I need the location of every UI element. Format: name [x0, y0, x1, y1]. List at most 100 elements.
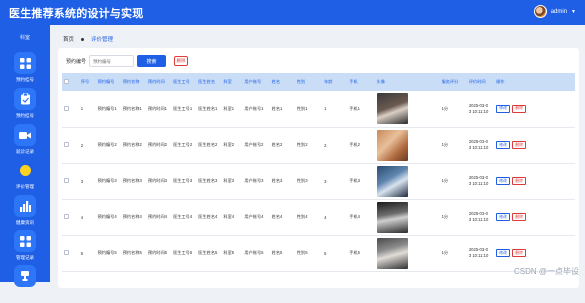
- search-button[interactable]: 搜索: [137, 55, 166, 67]
- date-line-2: 3 10:11:10: [469, 217, 488, 222]
- reviews-table: 序号 预约编号 预约名称 预约时间 医生工号 医生姓名 科室 用户账号 姓名 性…: [62, 73, 575, 272]
- select-all-checkbox[interactable]: [62, 73, 79, 91]
- cell-time: 预约时间1: [146, 91, 171, 127]
- column-header: 用户账号: [242, 73, 269, 91]
- cell-time: 预约时间3: [146, 163, 171, 199]
- user-photo[interactable]: [377, 130, 408, 161]
- row-checkbox[interactable]: [62, 235, 79, 271]
- cell-phone: 手机5: [347, 235, 374, 271]
- cell-age: 3: [322, 163, 347, 199]
- edit-button[interactable]: 修改: [496, 141, 510, 149]
- cell-code: 预约编号4: [96, 199, 121, 235]
- user-photo[interactable]: [377, 93, 408, 124]
- cell-time: 预约时间5: [146, 235, 171, 271]
- cell-dept: 科室3: [221, 163, 242, 199]
- sidebar-item-label: 预约挂号: [0, 113, 50, 119]
- column-header: 医生工号: [171, 73, 196, 91]
- cell-score: 1分: [440, 163, 467, 199]
- cell-date: 2025-03-03 10:11:10: [467, 235, 494, 271]
- cell-uname: 姓名5: [270, 235, 295, 271]
- row-checkbox[interactable]: [62, 163, 79, 199]
- table-row: 3 预约编号3 预约名称3 预约时间3 医生工号3 医生姓名3 科室3 用户账号…: [62, 163, 575, 199]
- bulk-delete-button[interactable]: 删除: [174, 56, 188, 66]
- clipboard-icon: [14, 88, 36, 110]
- sidebar-item-more[interactable]: [0, 265, 50, 303]
- cell-phone: 手机2: [347, 127, 374, 163]
- cell-dept: 科室4: [221, 199, 242, 235]
- cell-name: 预约名称2: [121, 127, 146, 163]
- delete-button[interactable]: 删除: [512, 213, 526, 221]
- cell-phone: 手机4: [347, 199, 374, 235]
- column-header: 预约编号: [96, 73, 121, 91]
- cell-docname: 医生姓名4: [196, 199, 221, 235]
- edit-button[interactable]: 修改: [496, 213, 510, 221]
- cell-account: 用户账号3: [242, 163, 269, 199]
- cell-age: 4: [322, 199, 347, 235]
- column-header: 医生姓名: [196, 73, 221, 91]
- row-checkbox[interactable]: [62, 127, 79, 163]
- row-checkbox[interactable]: [62, 199, 79, 235]
- cell-score: 1分: [440, 91, 467, 127]
- table-header-row: 序号 预约编号 预约名称 预约时间 医生工号 医生姓名 科室 用户账号 姓名 性…: [62, 73, 575, 91]
- sidebar-item-records[interactable]: 就诊记录: [0, 124, 50, 162]
- user-photo[interactable]: [377, 238, 408, 269]
- sidebar-item-news[interactable]: 健康资讯: [0, 195, 50, 233]
- cell-docname: 医生姓名5: [196, 235, 221, 271]
- column-header: 预约时间: [146, 73, 171, 91]
- sidebar-item-reviews[interactable]: 评价管理: [0, 159, 50, 197]
- cell-date: 2025-03-03 10:11:10: [467, 91, 494, 127]
- date-line-1: 2025-03-0: [469, 139, 488, 144]
- app-title: 医生推荐系统的设计与实现: [9, 5, 143, 21]
- user-photo[interactable]: [377, 166, 408, 197]
- delete-button[interactable]: 删除: [512, 249, 526, 257]
- date-line-1: 2025-03-0: [469, 211, 488, 216]
- user-photo[interactable]: [377, 202, 408, 233]
- cell-time: 预约时间4: [146, 199, 171, 235]
- search-label: 预约编号: [66, 58, 86, 65]
- watermark: CSDN @一点毕设: [514, 266, 579, 277]
- cell-name: 预约名称3: [121, 163, 146, 199]
- breadcrumb-home[interactable]: 首页: [63, 35, 74, 43]
- chevron-down-icon[interactable]: ▼: [571, 9, 576, 15]
- username[interactable]: admin: [551, 9, 567, 15]
- cell-photo: [375, 163, 440, 199]
- sidebar-item-manage[interactable]: 管理记录: [0, 230, 50, 268]
- cell-index: 3: [79, 163, 96, 199]
- cell-date: 2025-03-03 10:11:10: [467, 127, 494, 163]
- edit-button[interactable]: 修改: [496, 177, 510, 185]
- grid-icon: [14, 52, 36, 74]
- delete-button[interactable]: 删除: [512, 177, 526, 185]
- cell-score: 1分: [440, 199, 467, 235]
- edit-button[interactable]: 修改: [496, 249, 510, 257]
- delete-button[interactable]: 删除: [512, 105, 526, 113]
- date-line-2: 3 10:11:10: [469, 145, 488, 150]
- cell-index: 5: [79, 235, 96, 271]
- cell-dept: 科室1: [221, 91, 242, 127]
- sidebar-item-label: 预约挂号: [0, 77, 50, 83]
- sidebar: 科室 预约挂号 预约挂号 就诊记录 评价管理 健康资讯 管理记录: [0, 25, 50, 282]
- row-checkbox[interactable]: [62, 91, 79, 127]
- column-header: 性别: [295, 73, 322, 91]
- cell-photo: [375, 199, 440, 235]
- user-menu[interactable]: admin ▼: [534, 5, 576, 18]
- cell-dept: 科室5: [221, 235, 242, 271]
- date-line-2: 3 10:11:10: [469, 181, 488, 186]
- cell-date: 2025-03-03 10:11:10: [467, 163, 494, 199]
- search-input[interactable]: [89, 55, 134, 67]
- sidebar-item-appointment-2[interactable]: 预约挂号: [0, 88, 50, 126]
- cell-account: 用户账号1: [242, 91, 269, 127]
- cell-uname: 姓名1: [270, 91, 295, 127]
- breadcrumb-separator: [81, 38, 84, 41]
- sidebar-item-label: 健康资讯: [0, 220, 50, 226]
- column-header: 手机: [347, 73, 374, 91]
- date-line-2: 3 10:11:10: [469, 109, 488, 114]
- column-header: 操作: [494, 73, 575, 91]
- cell-docname: 医生姓名3: [196, 163, 221, 199]
- column-header: 姓名: [270, 73, 295, 91]
- cell-docno: 医生工号4: [171, 199, 196, 235]
- edit-button[interactable]: 修改: [496, 105, 510, 113]
- delete-button[interactable]: 删除: [512, 141, 526, 149]
- cell-phone: 手机3: [347, 163, 374, 199]
- avatar[interactable]: [534, 5, 547, 18]
- sidebar-item-appointment[interactable]: 预约挂号: [0, 52, 50, 90]
